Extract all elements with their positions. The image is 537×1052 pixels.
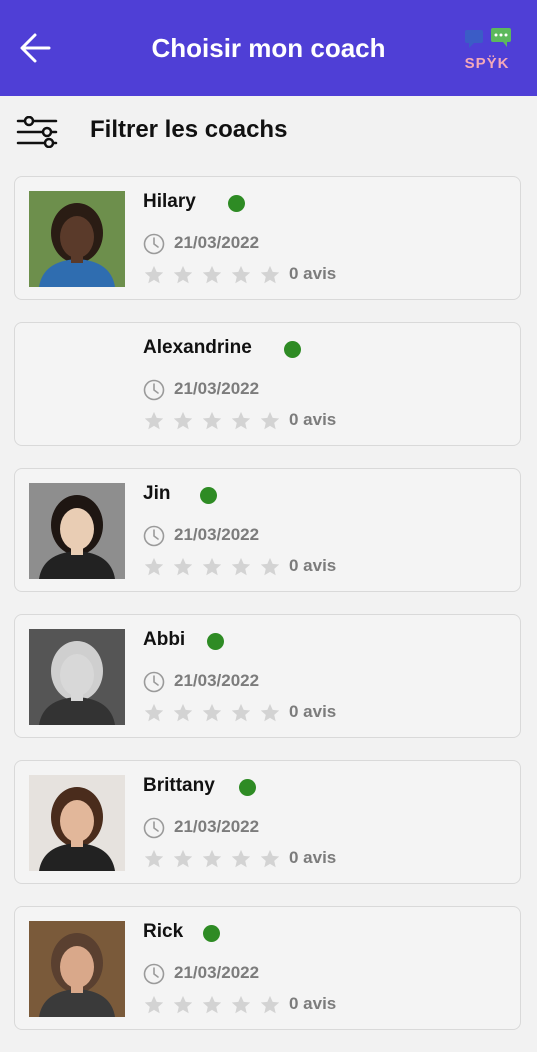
star-icon [202, 849, 222, 868]
rating-stars [143, 848, 281, 870]
coach-date: 21/03/2022 [174, 379, 260, 398]
review-count: 0 avis [289, 848, 337, 867]
coach-avatar [29, 483, 125, 579]
star-icon [173, 265, 193, 284]
coach-name: Abbi [143, 629, 186, 650]
star-icon [173, 411, 193, 430]
coach-name: Alexandrine [143, 337, 252, 358]
coach-date: 21/03/2022 [174, 525, 260, 544]
star-icon [260, 995, 280, 1014]
coach-name: Brittany [143, 775, 215, 796]
star-icon [173, 995, 193, 1014]
star-icon [202, 265, 222, 284]
coach-date: 21/03/2022 [174, 817, 260, 836]
star-icon [144, 849, 164, 868]
coach-avatar [29, 629, 125, 725]
star-icon [231, 703, 251, 722]
clock-icon [143, 379, 165, 401]
coach-card[interactable]: Jin 21/03/2022 0 avis [14, 468, 521, 592]
chat-bubbles-icon [465, 28, 511, 48]
coach-name: Rick [143, 921, 184, 942]
star-icon [260, 265, 280, 284]
coach-name: Jin [143, 483, 171, 504]
star-icon [173, 557, 193, 576]
star-icon [202, 557, 222, 576]
coach-avatar [29, 191, 125, 287]
star-icon [144, 703, 164, 722]
star-icon [231, 995, 251, 1014]
online-status-dot [228, 195, 245, 212]
coach-card[interactable]: Abbi 21/03/2022 0 avis [14, 614, 521, 738]
coach-avatar [29, 775, 125, 871]
coach-card[interactable]: Alexandrine 21/03/2022 0 avis [14, 322, 521, 446]
arrow-left-icon [20, 33, 51, 63]
review-count: 0 avis [289, 994, 337, 1013]
rating-stars [143, 264, 281, 286]
review-count: 0 avis [289, 410, 337, 429]
star-icon [144, 411, 164, 430]
logo-text: SPŸK [464, 55, 510, 72]
app-header: Choisir mon coach SPŸK [0, 0, 537, 96]
rating-stars [143, 410, 281, 432]
star-icon [260, 411, 280, 430]
star-icon [231, 265, 251, 284]
review-count: 0 avis [289, 702, 337, 721]
coach-card[interactable]: Rick 21/03/2022 0 avis [14, 906, 521, 1030]
online-status-dot [200, 487, 217, 504]
online-status-dot [203, 925, 220, 942]
star-icon [144, 265, 164, 284]
spyk-logo: SPŸK [459, 26, 515, 72]
review-count: 0 avis [289, 556, 337, 575]
page-title: Choisir mon coach [151, 32, 386, 63]
star-icon [202, 995, 222, 1014]
online-status-dot [239, 779, 256, 796]
star-icon [173, 849, 193, 868]
clock-icon [143, 671, 165, 693]
coach-name: Hilary [143, 191, 196, 212]
rating-stars [143, 556, 281, 578]
star-icon [231, 849, 251, 868]
review-count: 0 avis [289, 264, 337, 283]
coach-list: Hilary 21/03/2022 0 avis Alexandrine 21/0… [14, 176, 523, 1052]
coach-card[interactable]: Hilary 21/03/2022 0 avis [14, 176, 521, 300]
coach-card[interactable]: Brittany 21/03/2022 0 avis [14, 760, 521, 884]
rating-stars [143, 702, 281, 724]
clock-icon [143, 817, 165, 839]
star-icon [202, 703, 222, 722]
clock-icon [143, 525, 165, 547]
star-icon [231, 411, 251, 430]
coach-date: 21/03/2022 [174, 671, 260, 690]
star-icon [260, 557, 280, 576]
star-icon [231, 557, 251, 576]
filter-label[interactable]: Filtrer les coachs [90, 116, 287, 144]
online-status-dot [207, 633, 224, 650]
star-icon [202, 411, 222, 430]
online-status-dot [284, 341, 301, 358]
rating-stars [143, 994, 281, 1016]
star-icon [260, 849, 280, 868]
star-icon [144, 557, 164, 576]
clock-icon [143, 963, 165, 985]
sliders-icon[interactable] [16, 116, 58, 148]
star-icon [144, 995, 164, 1014]
clock-icon [143, 233, 165, 255]
star-icon [260, 703, 280, 722]
star-icon [173, 703, 193, 722]
filter-bar: Filtrer les coachs [0, 96, 537, 166]
coach-date: 21/03/2022 [174, 963, 260, 982]
back-button[interactable] [18, 30, 54, 66]
coach-avatar [29, 921, 125, 1017]
coach-date: 21/03/2022 [174, 233, 260, 252]
